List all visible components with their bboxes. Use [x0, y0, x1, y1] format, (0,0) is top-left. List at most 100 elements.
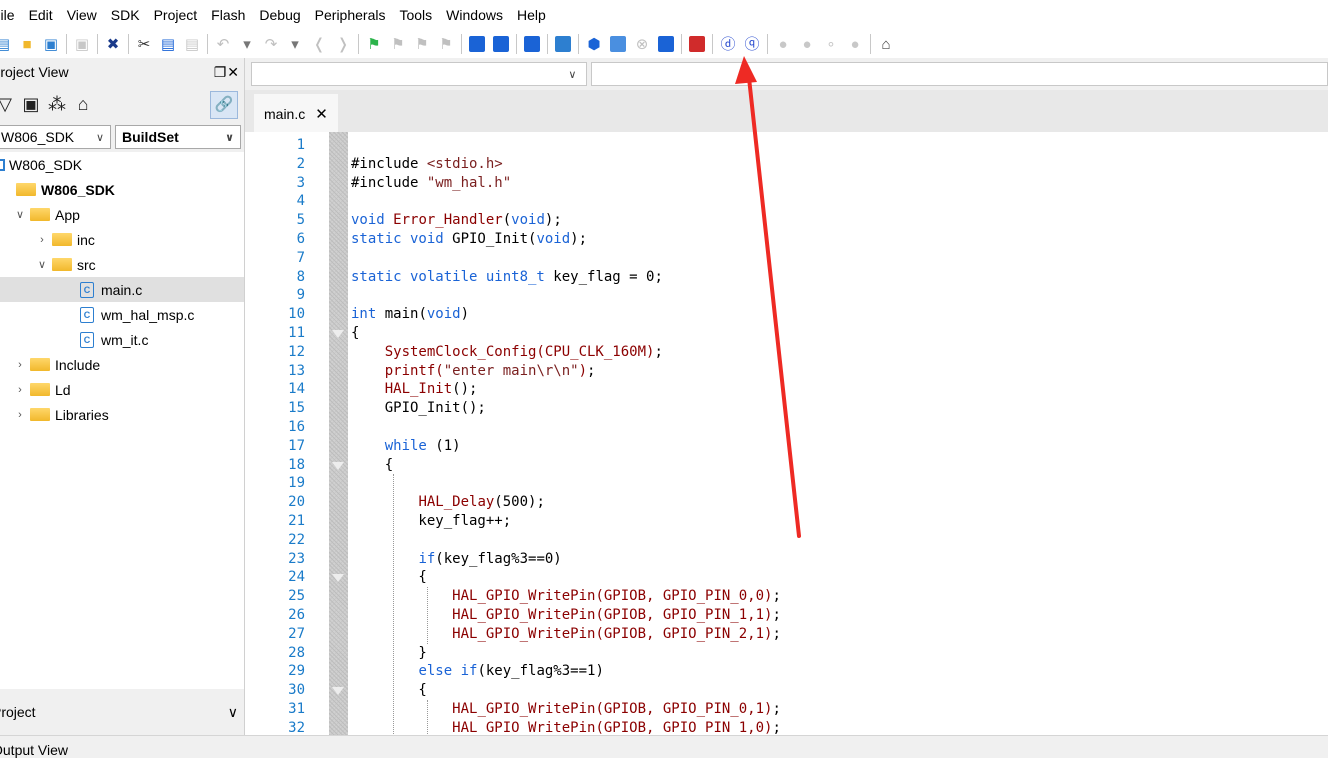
bookmark-prev-icon[interactable]: ⚑	[387, 33, 409, 55]
bookmark-icon[interactable]: ⚑	[363, 33, 385, 55]
tree-item-wm-it-c[interactable]: Cwm_it.c	[0, 327, 244, 352]
tree-item-libraries[interactable]: › Libraries	[0, 402, 244, 427]
project-select[interactable]: W806_SDK ∨	[0, 125, 111, 149]
breakpoint-icon[interactable]: ●	[772, 33, 794, 55]
stop-icon[interactable]: ⊗	[631, 33, 653, 55]
project-selects: W806_SDK ∨ BuildSet ∨	[0, 122, 244, 152]
menu-sdk[interactable]: SDK	[104, 0, 147, 30]
project-icon[interactable]: ▣	[18, 94, 44, 115]
home-icon[interactable]: ⌂	[875, 33, 897, 55]
bookmark-next-icon[interactable]: ⚑	[411, 33, 433, 55]
tree-item-src[interactable]: ∨ src	[0, 252, 244, 277]
tree-icon[interactable]: ⁂	[44, 94, 70, 115]
find-ref-icon[interactable]	[521, 33, 543, 55]
code-token: (1)	[426, 437, 461, 454]
home-icon[interactable]: ⌂	[70, 94, 96, 115]
find-icon[interactable]	[466, 33, 488, 55]
code-line: void Error_Handler(void);	[351, 211, 562, 230]
redo-icon[interactable]: ↷	[260, 33, 282, 55]
debug-icon[interactable]: ⓠ	[741, 33, 763, 55]
code-token: HAL_Delay	[418, 494, 495, 511]
debug-start-icon[interactable]: ⓓ	[717, 33, 739, 55]
download-icon[interactable]	[607, 33, 629, 55]
menu-file[interactable]: File	[0, 0, 22, 30]
fold-margin[interactable]	[329, 132, 348, 735]
line-number: 28	[288, 644, 305, 661]
indent-guide	[393, 474, 394, 735]
breakpoint-disable-icon[interactable]: ●	[796, 33, 818, 55]
line-number: 4	[296, 193, 305, 210]
line-number: 16	[288, 419, 305, 435]
tab-main-c[interactable]: main.c ✕	[254, 94, 338, 132]
breakpoint-clear-icon[interactable]: ●	[844, 33, 866, 55]
filter-icon[interactable]: ▽	[0, 94, 18, 115]
tree-item-app[interactable]: ∨ App	[0, 202, 244, 227]
link-icon[interactable]: 🔗	[210, 91, 238, 119]
project-view-footer: Project ∨	[0, 689, 244, 735]
expand-right-icon[interactable]: ›	[14, 359, 26, 371]
menu-edit[interactable]: Edit	[22, 0, 60, 30]
tree-item-wm-hal-msp-c[interactable]: Cwm_hal_msp.c	[0, 302, 244, 327]
menu-windows[interactable]: Windows	[439, 0, 510, 30]
forward-icon[interactable]: ❭	[332, 33, 354, 55]
tree-item-label: Libraries	[55, 406, 109, 423]
save-all-icon[interactable]: ▣	[71, 33, 93, 55]
new-file-icon[interactable]: ▤	[0, 33, 14, 55]
redo-dropdown-icon[interactable]: ▾	[284, 33, 306, 55]
close-icon[interactable]: ✕	[315, 105, 328, 123]
code-editor[interactable]: 1 2 3 4 5 6 7 8 9 10 11 12 13 14 15 16 17 18 19 20 21 22 23 24 2…	[245, 132, 1328, 736]
menu-flash[interactable]: Flash	[204, 0, 252, 30]
tree-item-include[interactable]: › Include	[0, 352, 244, 377]
menu-project[interactable]: Project	[147, 0, 205, 30]
tree-item-w806-sdk[interactable]: W806_SDK	[0, 177, 244, 202]
bookmark-clear-icon[interactable]: ⚑	[435, 33, 457, 55]
project-tab-label[interactable]: Project	[0, 704, 36, 720]
tree-item-w806-sdk[interactable]: W806_SDK	[0, 152, 244, 177]
copy-icon[interactable]: ▤	[157, 33, 179, 55]
breakpoint-enable-icon[interactable]: ∘	[820, 33, 842, 55]
toolbar-separator	[767, 34, 768, 54]
fold-toggle-icon[interactable]	[332, 574, 344, 583]
tree-item-inc[interactable]: › inc	[0, 227, 244, 252]
paste-icon[interactable]: ▤	[181, 33, 203, 55]
open-folder-icon[interactable]: ■	[16, 33, 38, 55]
scope-dropdown[interactable]: ∨	[251, 62, 588, 86]
code-token: if	[418, 550, 436, 567]
save-icon[interactable]: ▣	[40, 33, 62, 55]
menu-tools[interactable]: Tools	[392, 0, 439, 30]
expand-down-icon[interactable]: ∨	[14, 208, 26, 221]
fold-toggle-icon[interactable]	[332, 687, 344, 696]
menu-peripherals[interactable]: Peripherals	[308, 0, 393, 30]
fold-toggle-icon[interactable]	[332, 461, 344, 470]
code-line: HAL_GPIO_WritePin(GPIOB, GPIO_PIN_0,1);	[351, 700, 781, 719]
expand-right-icon[interactable]: ›	[14, 409, 26, 421]
cut-icon[interactable]: ✂	[133, 33, 155, 55]
back-icon[interactable]: ❬	[308, 33, 330, 55]
tree-item-main-c[interactable]: Cmain.c	[0, 277, 244, 302]
chevron-down-icon[interactable]: ∨	[228, 704, 238, 721]
fold-toggle-icon[interactable]	[332, 330, 344, 338]
find-in-files-icon[interactable]	[490, 33, 512, 55]
build-icon[interactable]: ⬢	[583, 33, 605, 55]
toolbar-separator	[547, 34, 548, 54]
panel-controls[interactable]: ❐✕	[214, 64, 240, 81]
undo-dropdown-icon[interactable]: ▾	[236, 33, 258, 55]
buildset-select[interactable]: BuildSet ∨	[115, 125, 241, 149]
build-config-icon[interactable]	[552, 33, 574, 55]
function-dropdown[interactable]	[591, 62, 1328, 86]
code-text[interactable]: #include <stdio.h> #include "wm_hal.h" voi…	[348, 132, 1328, 735]
expand-right-icon[interactable]: ›	[36, 234, 48, 246]
undo-icon[interactable]: ↶	[212, 33, 234, 55]
tree-item-ld[interactable]: › Ld	[0, 377, 244, 402]
clean-icon[interactable]	[655, 33, 677, 55]
code-line: }	[351, 644, 426, 663]
expand-down-icon[interactable]: ∨	[36, 258, 48, 271]
menu-view[interactable]: View	[60, 0, 104, 30]
output-view-bar: Output View	[0, 735, 1328, 758]
load-icon[interactable]	[686, 33, 708, 55]
expand-right-icon[interactable]: ›	[14, 384, 26, 396]
menu-debug[interactable]: Debug	[252, 0, 307, 30]
delete-icon[interactable]: ✖	[102, 33, 124, 55]
menu-help[interactable]: Help	[510, 0, 553, 30]
